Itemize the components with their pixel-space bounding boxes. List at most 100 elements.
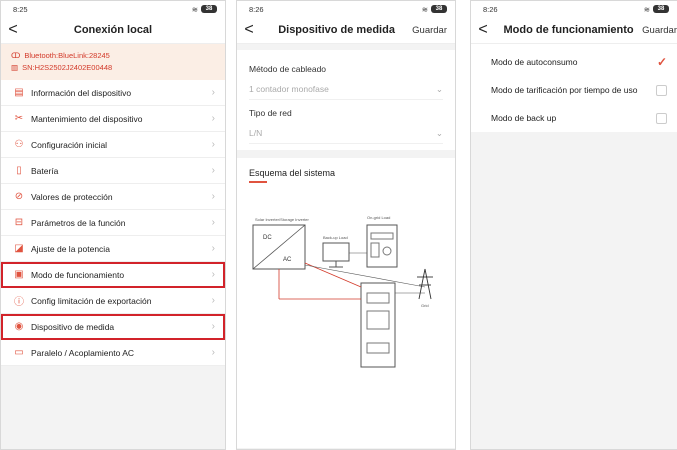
signal-icon: ≋ [191,4,198,14]
protection-icon: ⊘ [14,191,24,202]
screen-operation-mode: 8:26 ≋ 38 < Modo de funcionamiento Guard… [470,0,677,450]
screen-local-connection: 8:25 ≋ 38 < Conexión local ↀ Bluetooth:Bl… [0,0,226,450]
menu-item-1[interactable]: ✂ Mantenimiento del dispositivo › [1,106,225,132]
parallel-icon: ▭ [14,347,24,358]
chevron-right-icon: › [211,165,215,176]
schema-title: Esquema del sistema [249,168,336,178]
inverter-label: Solar Inverter/Storage Inverter [255,217,309,222]
wiring-select[interactable]: 1 contador monofase ⌄ [249,79,443,100]
mode-option-1[interactable]: Modo de tarificación por tiempo de uso [471,76,677,104]
chevron-down-icon: ⌄ [435,127,443,138]
ongrid-load-label: On-grid Load [367,215,390,220]
menu-item-label: Batería [31,165,59,176]
menu-item-label: Config limitación de exportación [31,295,152,306]
chevron-right-icon: › [211,295,215,306]
device-info: ↀ Bluetooth:BlueLink:28245 ▥ SN:H2S2502J24… [1,44,225,80]
menu-item-label: Modo de funcionamiento [31,269,125,280]
schema-underline [249,181,267,183]
wiring-label: Método de cableado [249,64,327,74]
export-limit-icon: ⓘ [14,297,24,308]
back-button[interactable]: < [1,21,25,39]
chevron-right-icon: › [211,321,215,332]
menu-item-6[interactable]: ◪ Ajuste de la potencia › [1,236,225,262]
chevron-right-icon: › [211,113,215,124]
app-bar: < Dispositivo de medida Guardar [237,17,455,44]
grid-tower-icon [417,268,433,300]
chevron-right-icon: › [211,269,215,280]
back-button[interactable]: < [237,21,261,39]
signal-icon: ≋ [643,4,650,14]
backup-load-label: Back-up Load [323,235,348,240]
status-time: 8:26 [483,4,498,14]
checkbox[interactable] [656,112,667,124]
page-title: Conexión local [73,24,153,36]
battery-icon: 38 [431,5,447,13]
save-button[interactable]: Guardar [412,25,455,36]
bluetooth-icon: ↀ [11,51,21,60]
meter-settings: Método de cableado 1 contador monofase ⌄… [237,50,455,150]
grid-label: Grid [421,303,429,308]
menu-item-2[interactable]: ⚇ Configuración inicial › [1,132,225,158]
menu-item-9[interactable]: ◉ Dispositivo de medida › [1,314,225,340]
grid-type-select[interactable]: L/N ⌄ [249,123,443,144]
save-button[interactable]: Guardar [642,25,677,36]
meter-icon: ◉ [14,321,24,332]
menu-item-10[interactable]: ▭ Paralelo / Acoplamiento AC › [1,340,225,366]
user-settings-icon: ⚇ [14,139,24,150]
mode-label: Modo de autoconsumo [491,57,578,67]
menu-item-0[interactable]: ▤ Información del dispositivo › [1,80,225,106]
menu-item-label: Parámetros de la función [31,217,126,228]
system-diagram: Solar Inverter/Storage Inverter DC AC Ba… [252,215,433,368]
dc-label: DC [263,235,272,241]
status-bar: 8:26 ≋ 38 [471,1,677,17]
parameters-icon: ⊟ [14,217,24,228]
wiring-value: 1 contador monofase [249,84,329,94]
status-time: 8:25 [13,4,28,14]
meter-box [360,282,396,368]
checkmark-icon: ✓ [656,55,667,69]
mode-list: Modo de autoconsumo ✓ Modo de tarificación… [471,44,677,132]
back-button[interactable]: < [471,21,495,39]
menu-item-4[interactable]: ⊘ Valores de protección › [1,184,225,210]
battery-icon: ▯ [16,165,22,176]
grid-type-value: L/N [249,128,263,138]
menu-item-label: Ajuste de la potencia [31,243,110,254]
chevron-right-icon: › [211,217,215,228]
menu-item-7[interactable]: ▣ Modo de funcionamiento › [1,262,225,288]
page-title: Dispositivo de medida [278,24,395,36]
power-adjust-icon: ◪ [14,243,24,254]
chevron-right-icon: › [211,87,215,98]
menu-item-5[interactable]: ⊟ Parámetros de la función › [1,210,225,236]
mode-icon: ▣ [14,269,24,280]
mode-label: Modo de tarificación por tiempo de uso [491,85,638,95]
chevron-right-icon: › [211,139,215,150]
mode-label: Modo de back up [491,113,557,123]
menu-item-label: Paralelo / Acoplamiento AC [31,347,135,358]
chevron-right-icon: › [211,191,215,202]
menu-item-label: Información del dispositivo [31,87,132,98]
tools-icon: ✂ [14,113,24,124]
chevron-right-icon: › [211,243,215,254]
list-icon: ▤ [14,87,24,98]
backup-load-box [322,242,350,262]
battery-icon: 38 [653,5,669,13]
signal-icon: ≋ [421,4,428,14]
serial-number: SN:H2S2502J2402E00448 [22,63,113,72]
menu-item-3[interactable]: ▯ Batería › [1,158,225,184]
status-bar: 8:26 ≋ 38 [237,1,455,17]
menu-item-8[interactable]: ⓘ Config limitación de exportación › [1,288,225,314]
screen-meter-device: 8:26 ≋ 38 < Dispositivo de medida Guarda… [236,0,456,450]
device-menu: ▤ Información del dispositivo › ✂ Mantenimie… [1,80,225,366]
checkbox[interactable] [656,84,667,96]
mode-option-0[interactable]: Modo de autoconsumo ✓ [471,48,677,76]
app-bar: < Modo de funcionamiento Guardar [471,17,677,44]
menu-item-label: Configuración inicial [31,139,108,150]
chevron-down-icon: ⌄ [435,83,443,94]
bluetooth-label: Bluetooth:BlueLink:28245 [24,51,110,60]
mode-option-2[interactable]: Modo de back up [471,104,677,132]
menu-item-label: Dispositivo de medida [31,321,115,332]
system-schema: Esquema del sistema Solar Inverter/Stora… [237,158,455,448]
battery-icon: 38 [201,5,217,13]
app-bar: < Conexión local [1,17,225,44]
grid-type-label: Tipo de red [249,108,292,118]
